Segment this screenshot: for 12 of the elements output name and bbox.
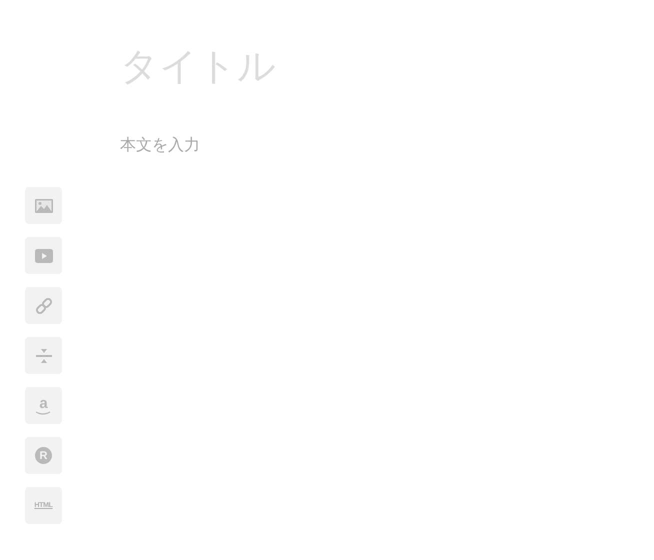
body-field[interactable]: 本文を入力 bbox=[118, 132, 600, 156]
link-button[interactable] bbox=[25, 287, 62, 324]
link-icon bbox=[34, 296, 52, 314]
image-icon bbox=[34, 198, 52, 212]
divider-icon bbox=[34, 348, 52, 364]
play-icon bbox=[34, 248, 52, 262]
divider-button[interactable] bbox=[25, 337, 62, 374]
rakuten-button[interactable]: R bbox=[25, 437, 62, 474]
amazon-button[interactable]: a bbox=[25, 387, 62, 424]
image-button[interactable] bbox=[25, 187, 62, 224]
rakuten-logo: R bbox=[35, 447, 52, 464]
video-button[interactable] bbox=[25, 237, 62, 274]
